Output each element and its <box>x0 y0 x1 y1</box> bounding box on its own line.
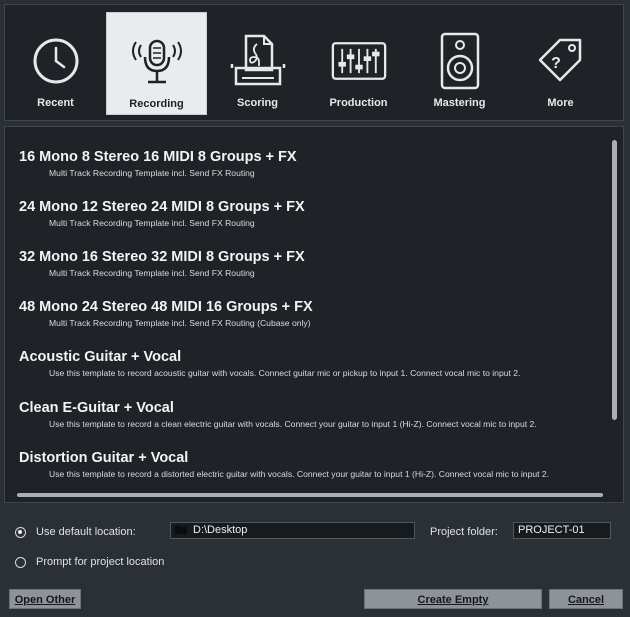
folder-icon <box>174 524 188 539</box>
category-mastering[interactable]: Mastering <box>409 5 510 120</box>
template-title: Clean E-Guitar + Vocal <box>19 400 174 416</box>
category-recent[interactable]: Recent <box>5 5 106 120</box>
template-item[interactable]: Distortion Guitar + Vocal Use this templ… <box>19 450 599 480</box>
template-title: 16 Mono 8 Stereo 16 MIDI 8 Groups + FX <box>19 149 297 165</box>
template-item[interactable]: 16 Mono 8 Stereo 16 MIDI 8 Groups + FX M… <box>19 149 599 179</box>
template-title: Distortion Guitar + Vocal <box>19 450 189 466</box>
category-production[interactable]: Production <box>308 5 409 120</box>
template-description: Multi Track Recording Template incl. Sen… <box>49 268 255 278</box>
project-assistant-window: Recent Recording Scoring Production Mast… <box>0 0 630 617</box>
template-list: 16 Mono 8 Stereo 16 MIDI 8 Groups + FX M… <box>4 126 624 503</box>
use-default-location-label: Use default location: <box>36 526 136 538</box>
cancel-button-label: Cancel <box>567 594 605 606</box>
category-label: Production <box>329 97 388 109</box>
clock-icon <box>28 31 84 91</box>
svg-text:?: ? <box>551 55 561 72</box>
horizontal-scrollbar-thumb[interactable] <box>17 493 603 497</box>
cancel-button[interactable]: Cancel <box>549 589 623 609</box>
template-title: Acoustic Guitar + Vocal <box>19 349 182 365</box>
use-default-location-radio[interactable] <box>15 527 26 538</box>
template-description: Multi Track Recording Template incl. Sen… <box>49 318 311 328</box>
template-description: Multi Track Recording Template incl. Sen… <box>49 168 255 178</box>
create-empty-button[interactable]: Create Empty <box>364 589 542 609</box>
category-label: Mastering <box>433 97 486 109</box>
template-description: Use this template to record acoustic gui… <box>49 368 521 378</box>
template-item[interactable]: 48 Mono 24 Stereo 48 MIDI 16 Groups + FX… <box>19 299 599 329</box>
tag-question-icon: ? <box>533 31 589 91</box>
template-title: 32 Mono 16 Stereo 32 MIDI 8 Groups + FX <box>19 249 305 265</box>
prompt-location-label: Prompt for project location <box>36 556 165 568</box>
category-label: Scoring <box>237 97 278 109</box>
template-item[interactable]: 32 Mono 16 Stereo 32 MIDI 8 Groups + FX … <box>19 249 599 279</box>
category-recording[interactable]: Recording <box>106 12 207 115</box>
template-title: 48 Mono 24 Stereo 48 MIDI 16 Groups + FX <box>19 299 313 315</box>
project-folder-label: Project folder: <box>430 526 498 538</box>
default-location-path-field[interactable]: D:\Desktop <box>170 522 415 539</box>
create-empty-button-label: Create Empty <box>417 594 489 606</box>
vertical-scrollbar[interactable] <box>612 140 617 420</box>
template-description: Use this template to record a clean elec… <box>49 419 537 429</box>
template-item[interactable]: 24 Mono 12 Stereo 24 MIDI 8 Groups + FX … <box>19 199 599 229</box>
category-more[interactable]: ? More <box>510 5 611 120</box>
microphone-icon <box>129 32 185 92</box>
category-label: More <box>547 97 574 109</box>
template-item[interactable]: Clean E-Guitar + Vocal Use this template… <box>19 400 599 430</box>
speaker-icon <box>432 31 488 91</box>
category-bar: Recent Recording Scoring Production Mast… <box>4 4 624 121</box>
mixer-faders-icon <box>331 31 387 91</box>
template-description: Use this template to record a distorted … <box>49 469 550 479</box>
score-printer-icon <box>230 31 286 91</box>
project-folder-input[interactable]: PROJECT-01 <box>513 522 611 539</box>
open-other-button[interactable]: Open Other <box>9 589 81 609</box>
open-other-button-label: Open Other <box>14 594 76 606</box>
template-description: Multi Track Recording Template incl. Sen… <box>49 218 255 228</box>
category-label: Recent <box>37 97 74 109</box>
template-item[interactable]: Acoustic Guitar + Vocal Use this templat… <box>19 349 599 379</box>
vertical-scrollbar-thumb[interactable] <box>612 140 617 420</box>
category-scoring[interactable]: Scoring <box>207 5 308 120</box>
default-location-path: D:\Desktop <box>193 524 248 536</box>
category-label: Recording <box>129 98 184 110</box>
prompt-location-radio[interactable] <box>15 557 26 568</box>
template-title: 24 Mono 12 Stereo 24 MIDI 8 Groups + FX <box>19 199 305 215</box>
